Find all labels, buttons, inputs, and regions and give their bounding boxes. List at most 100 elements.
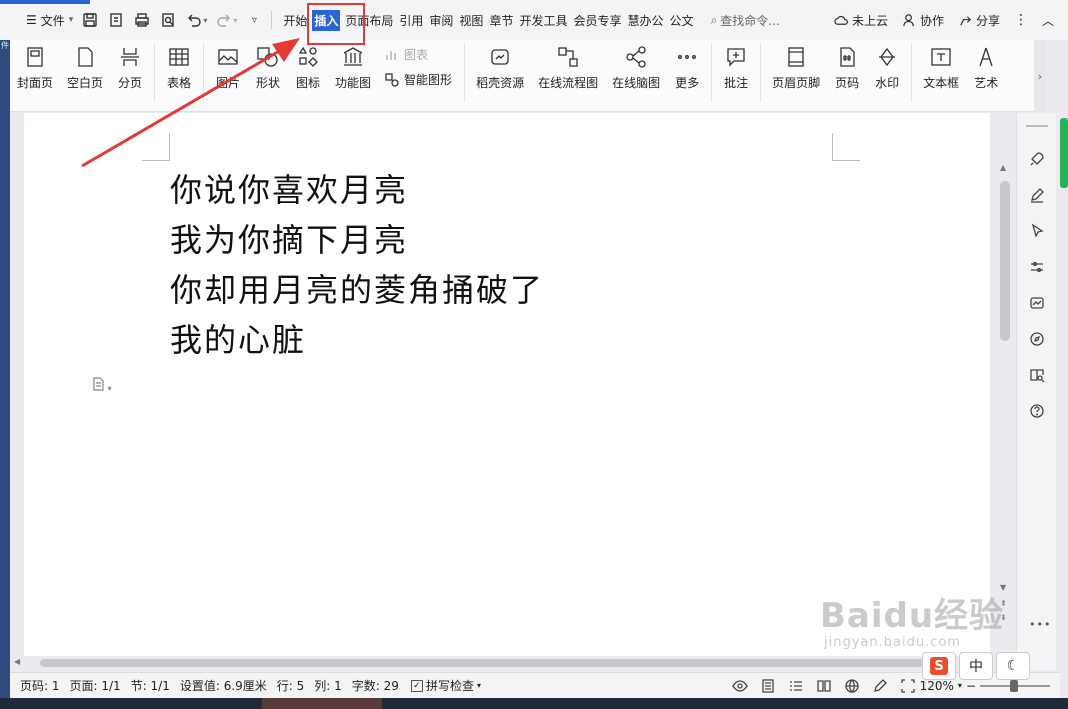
picture-button[interactable]: 图片 [215, 44, 241, 91]
status-word-count[interactable]: 字数: 29 [352, 677, 399, 694]
tab-smart-office[interactable]: 慧办公 [626, 10, 664, 31]
vertical-scrollbar[interactable]: ▲ ▼ ⇞ ⇟ [996, 113, 1014, 658]
status-setting-value[interactable]: 设置值: 6.9厘米 [180, 677, 267, 694]
status-row[interactable]: 行: 5 [277, 677, 305, 694]
smart-shape-icon [385, 72, 399, 87]
mindmap-icon [623, 44, 649, 70]
print-preview-icon[interactable] [159, 11, 177, 29]
cloud-status-label: 未上云 [851, 13, 888, 28]
tab-developer[interactable]: 开发工具 [518, 10, 568, 31]
watermark-icon [874, 44, 900, 70]
file-menu-button[interactable]: ☰ 文件 ▾ [26, 8, 73, 32]
tab-home[interactable]: 开始 [282, 10, 308, 31]
more-dots-icon[interactable]: ••• [1029, 618, 1051, 631]
undo-dropdown-icon[interactable]: ▾ [203, 16, 207, 25]
status-page-number[interactable]: 页码: 1 [20, 677, 60, 694]
tab-review[interactable]: 审阅 [428, 10, 454, 31]
ribbon-scroll-right-icon[interactable]: › [1034, 40, 1046, 112]
web-view-icon[interactable] [844, 678, 860, 694]
zoom-dropdown-icon[interactable]: ▾ [958, 681, 962, 690]
scroll-up-icon[interactable]: ▲ [1000, 163, 1006, 172]
daoke-resources-icon [487, 44, 513, 70]
export-pdf-icon[interactable] [107, 11, 125, 29]
vertical-scroll-thumb[interactable] [1000, 181, 1010, 341]
shape-button[interactable]: 形状 [255, 44, 281, 91]
online-flowchart-button[interactable]: 在线流程图 [538, 44, 598, 91]
redo-dropdown-icon[interactable]: ▾ [233, 16, 237, 25]
document-line[interactable]: 我的心脏 [170, 315, 544, 365]
customize-toolbar-icon[interactable]: ▿ [245, 11, 263, 29]
image-resource-icon[interactable] [1027, 293, 1047, 313]
chart-button[interactable]: 图表 [384, 46, 452, 63]
document-body[interactable]: 你说你喜欢月亮 我为你摘下月亮 你却用月亮的菱角捅破了 我的心脏 [170, 165, 544, 365]
paragraph-options-icon[interactable]: ▾ [92, 377, 118, 393]
page-number-label: 页码 [835, 76, 860, 90]
cover-page-button[interactable]: 封面页 [17, 44, 53, 91]
command-search[interactable]: ⌕ 查找命令... [711, 8, 780, 32]
chevron-down-icon[interactable]: ▾ [477, 681, 481, 690]
undo-icon[interactable] [185, 11, 203, 29]
cursor-icon[interactable] [1027, 221, 1047, 241]
textbox-label: 文本框 [923, 76, 960, 90]
pen-icon[interactable] [1027, 185, 1047, 205]
book-search-icon[interactable] [1027, 365, 1047, 385]
write-mode-icon[interactable] [872, 678, 888, 694]
tab-view[interactable]: 视图 [458, 10, 484, 31]
redo-icon[interactable] [215, 11, 233, 29]
status-page[interactable]: 页面: 1/1 [70, 677, 121, 694]
hamburger-icon: ☰ [26, 13, 37, 27]
rocket-icon[interactable] [1027, 149, 1047, 169]
document-line[interactable]: 你说你喜欢月亮 [170, 165, 544, 215]
eye-protection-icon[interactable] [731, 678, 748, 694]
page-number-button[interactable]: 页码 [834, 44, 860, 91]
outline-view-icon[interactable] [788, 678, 804, 694]
help-icon[interactable] [1027, 401, 1047, 421]
more-button[interactable]: 更多 [674, 44, 700, 91]
comment-icon [723, 44, 749, 70]
spell-check-toggle[interactable]: ✓ 拼写检查 ▾ [410, 677, 481, 694]
share-button[interactable]: 分享 [958, 12, 1000, 29]
more-options-icon[interactable]: ⋮ [1014, 12, 1028, 28]
status-section[interactable]: 节: 1/1 [131, 677, 170, 694]
taskbar-item[interactable] [262, 698, 382, 709]
daoke-resources-button[interactable]: 稻壳资源 [476, 44, 524, 91]
settings-sliders-icon[interactable] [1027, 257, 1047, 277]
online-mindmap-button[interactable]: 在线脑图 [612, 44, 660, 91]
collapse-ribbon-icon[interactable]: ︿ [1042, 12, 1054, 29]
spell-check-checkbox[interactable]: ✓ [410, 679, 423, 692]
textbox-button[interactable]: 文本框 [923, 44, 959, 91]
tab-official-doc[interactable]: 公文 [669, 10, 695, 31]
watermark-button[interactable]: 水印 [874, 44, 900, 91]
tab-references[interactable]: 引用 [398, 10, 424, 31]
page-break-button[interactable]: 分页 [117, 44, 143, 91]
header-footer-button[interactable]: 页眉页脚 [772, 44, 820, 91]
comment-button[interactable]: 批注 [723, 44, 749, 91]
smart-shape-button[interactable]: 智能图形 [384, 71, 452, 88]
collaborate-button[interactable]: 协作 [902, 12, 944, 29]
icon-button[interactable]: 图标 [295, 44, 321, 91]
shape-label: 形状 [256, 76, 281, 90]
fit-page-icon[interactable] [900, 678, 916, 694]
save-icon[interactable] [81, 11, 99, 29]
art-text-button[interactable]: 艺术 [973, 44, 999, 91]
tab-chapter[interactable]: 章节 [488, 10, 514, 31]
print-icon[interactable] [133, 11, 151, 29]
document-line[interactable]: 你却用月亮的菱角捅破了 [170, 265, 544, 315]
horizontal-scroll-thumb[interactable] [40, 659, 950, 667]
annotation-highlight-box [307, 3, 365, 45]
share-icon [960, 15, 972, 25]
status-column[interactable]: 列: 1 [314, 677, 342, 694]
table-button[interactable]: 表格 [166, 44, 192, 91]
tab-member[interactable]: 会员专享 [572, 10, 622, 31]
document-page[interactable]: 你说你喜欢月亮 我为你摘下月亮 你却用月亮的菱角捅破了 我的心脏 ▾ [24, 113, 990, 658]
reading-view-icon[interactable] [816, 678, 832, 694]
zoom-slider[interactable] [980, 679, 1050, 692]
compass-icon[interactable] [1027, 329, 1047, 349]
scroll-left-icon[interactable]: ◀ [14, 657, 20, 666]
document-line[interactable]: 我为你摘下月亮 [170, 215, 544, 265]
cloud-status-button[interactable]: 未上云 [834, 12, 888, 29]
online-mindmap-label: 在线脑图 [612, 76, 661, 90]
function-chart-button[interactable]: 功能图 [335, 44, 371, 91]
page-view-icon[interactable] [760, 678, 776, 694]
blank-page-button[interactable]: 空白页 [67, 44, 103, 91]
